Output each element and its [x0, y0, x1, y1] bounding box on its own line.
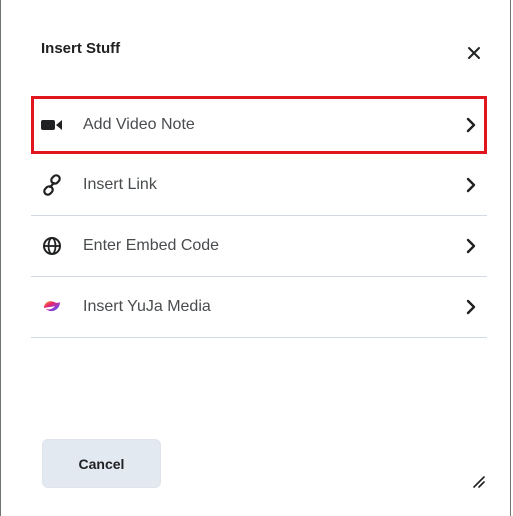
list-item-add-video-note[interactable]: Add Video Note	[31, 96, 487, 154]
insert-stuff-dialog: Insert Stuff Add Video Note Insert Link …	[0, 0, 511, 516]
insert-options-list: Add Video Note Insert Link Enter Embed C…	[31, 96, 487, 338]
resize-handle-icon[interactable]	[471, 474, 485, 488]
list-item-label: Insert YuJa Media	[83, 298, 211, 315]
dialog-title: Insert Stuff	[41, 40, 121, 57]
close-button[interactable]	[463, 42, 485, 64]
link-icon	[40, 173, 64, 197]
chevron-right-icon	[463, 236, 479, 256]
list-item-enter-embed-code[interactable]: Enter Embed Code	[31, 216, 487, 277]
list-item-label: Enter Embed Code	[83, 237, 220, 254]
cancel-button[interactable]: Cancel	[42, 439, 161, 488]
list-item-insert-yuja-media[interactable]: Insert YuJa Media	[31, 277, 487, 338]
chevron-right-icon	[463, 115, 479, 135]
globe-icon	[40, 234, 64, 258]
chevron-right-icon	[463, 297, 479, 317]
close-icon	[468, 47, 480, 59]
chevron-right-icon	[463, 175, 479, 195]
list-item-label: Insert Link	[83, 176, 157, 193]
video-camera-icon	[40, 113, 64, 137]
yuja-logo-icon	[40, 295, 64, 319]
list-item-label: Add Video Note	[83, 116, 195, 133]
list-item-insert-link[interactable]: Insert Link	[31, 155, 487, 216]
